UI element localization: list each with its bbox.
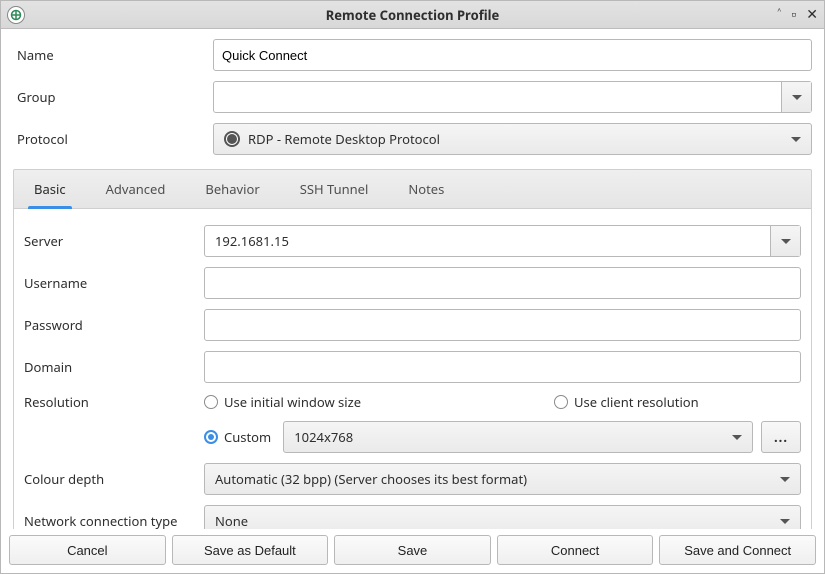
network-type-value: None (215, 512, 248, 530)
protocol-value: RDP - Remote Desktop Protocol (248, 130, 440, 148)
tab-page-basic: Server 192.1681.15 Username Password (13, 208, 812, 530)
cancel-button[interactable]: Cancel (9, 535, 166, 565)
protocol-label: Protocol (13, 130, 213, 148)
tab-behavior[interactable]: Behavior (185, 170, 279, 208)
chevron-down-icon (781, 239, 791, 244)
server-combo[interactable]: 192.1681.15 (204, 225, 801, 257)
network-type-label: Network connection type (24, 512, 204, 530)
password-label: Password (24, 316, 204, 334)
protocol-dropdown-button[interactable] (781, 124, 811, 154)
minimize-icon[interactable]: ˄ (777, 8, 781, 22)
chevron-down-icon (791, 137, 801, 142)
colour-depth-value: Automatic (32 bpp) (Server chooses its b… (215, 470, 527, 488)
chevron-down-icon (792, 95, 802, 100)
titlebar: Remote Connection Profile ˄ ▫ ✕ (1, 1, 824, 29)
resolution-select[interactable]: 1024x768 (283, 421, 753, 453)
name-label: Name (13, 46, 213, 64)
network-type-dropdown-button[interactable] (770, 506, 800, 530)
radio-initial-window[interactable]: Use initial window size (204, 393, 504, 411)
radio-client-label: Use client resolution (574, 393, 699, 411)
tab-ssh-tunnel[interactable]: SSH Tunnel (280, 170, 389, 208)
protocol-select[interactable]: RDP - Remote Desktop Protocol (213, 123, 812, 155)
window-title: Remote Connection Profile (1, 6, 824, 24)
tab-advanced[interactable]: Advanced (86, 170, 186, 208)
group-label: Group (13, 88, 213, 106)
app-icon (7, 6, 25, 24)
chevron-down-icon (780, 477, 790, 482)
tab-basic[interactable]: Basic (14, 170, 86, 208)
radio-client-resolution[interactable]: Use client resolution (554, 393, 699, 411)
button-bar: Cancel Save as Default Save Connect Save… (1, 529, 824, 573)
domain-label: Domain (24, 358, 204, 376)
server-value: 192.1681.15 (205, 226, 770, 256)
name-input[interactable] (213, 39, 812, 71)
close-icon[interactable]: ✕ (806, 8, 818, 22)
radio-initial-label: Use initial window size (224, 393, 361, 411)
colour-depth-label: Colour depth (24, 470, 204, 488)
rdp-icon (224, 131, 240, 147)
server-dropdown-button[interactable] (770, 226, 800, 256)
radio-custom[interactable]: Custom (204, 428, 271, 446)
radio-custom-label: Custom (224, 428, 271, 446)
domain-input[interactable] (204, 351, 801, 383)
chevron-down-icon (732, 435, 742, 440)
colour-depth-select[interactable]: Automatic (32 bpp) (Server chooses its b… (204, 463, 801, 495)
tab-notes[interactable]: Notes (388, 170, 464, 208)
username-input[interactable] (204, 267, 801, 299)
group-combo[interactable] (213, 81, 812, 113)
username-label: Username (24, 274, 204, 292)
resolution-dropdown-button[interactable] (722, 422, 752, 452)
tabbar: Basic Advanced Behavior SSH Tunnel Notes (13, 169, 812, 208)
network-type-select[interactable]: None (204, 505, 801, 530)
resolution-value: 1024x768 (294, 428, 353, 446)
save-connect-button[interactable]: Save and Connect (659, 535, 816, 565)
resolution-label: Resolution (24, 393, 204, 411)
save-button[interactable]: Save (334, 535, 491, 565)
content: Name Group Protocol RDP - Remote Desktop… (1, 29, 824, 530)
password-input[interactable] (204, 309, 801, 341)
save-default-button[interactable]: Save as Default (172, 535, 329, 565)
maximize-icon[interactable]: ▫ (791, 8, 796, 22)
group-dropdown-button[interactable] (781, 82, 811, 112)
colour-depth-dropdown-button[interactable] (770, 464, 800, 494)
connect-button[interactable]: Connect (497, 535, 654, 565)
group-value (214, 82, 781, 112)
resolution-more-button[interactable]: ... (761, 421, 801, 453)
server-label: Server (24, 232, 204, 250)
chevron-down-icon (780, 519, 790, 524)
